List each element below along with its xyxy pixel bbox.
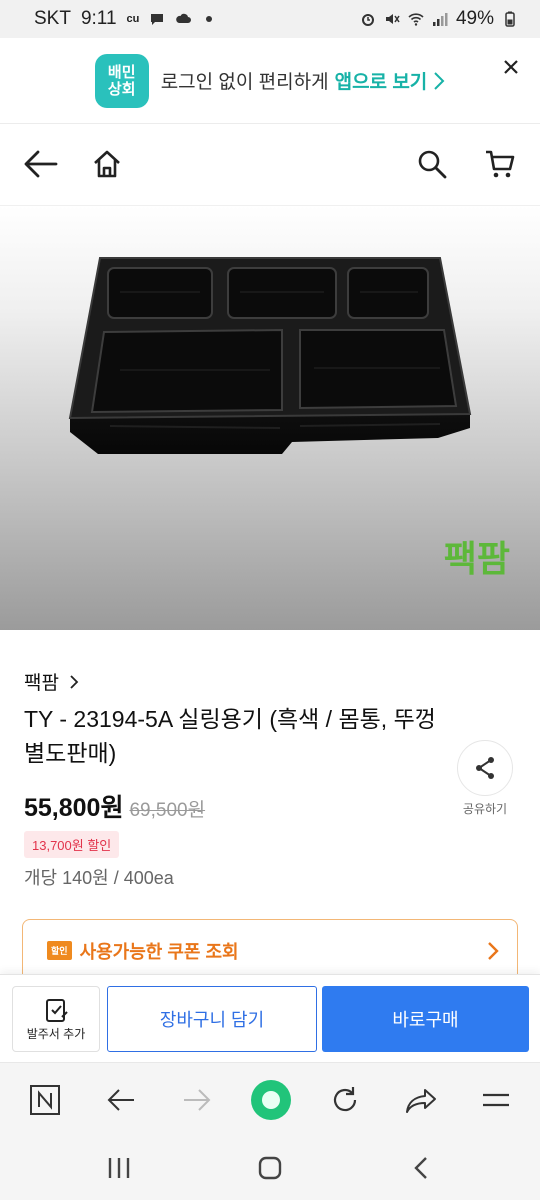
home-system-button[interactable] — [250, 1148, 290, 1188]
coupon-tag: 할인 — [47, 941, 72, 960]
status-bar: SKT 9:11 cu 49% — [0, 0, 540, 38]
add-order-form-label: 발주서 추가 — [26, 1026, 86, 1041]
menu-icon — [483, 1093, 509, 1107]
home-icon — [94, 150, 120, 178]
coupon-text: 사용가능한 쿠폰 조회 — [79, 941, 239, 962]
naver-n-button[interactable] — [24, 1079, 66, 1121]
purchase-action-bar: 발주서 추가 장바구니 담기 바로구매 — [0, 974, 540, 1062]
carrier-label: SKT — [34, 8, 71, 29]
signal-icon — [432, 13, 448, 26]
original-price: 69,500원 — [129, 800, 206, 821]
forward-arrow-icon — [184, 1089, 211, 1111]
alarm-icon — [361, 14, 374, 26]
chevron-right-icon — [70, 674, 79, 689]
naver-green-dot-button[interactable] — [250, 1079, 292, 1121]
chevron-right-icon — [488, 941, 499, 960]
seller-link[interactable]: 팩팜 — [24, 668, 79, 695]
logo-line-1: 배민 — [107, 63, 136, 81]
open-app-link[interactable]: 앱으로 보기 — [335, 67, 428, 94]
recent-apps-icon — [108, 1158, 130, 1178]
refresh-icon — [333, 1087, 357, 1112]
share-circle — [457, 740, 513, 796]
buy-now-button[interactable]: 바로구매 — [322, 986, 529, 1052]
add-to-cart-button[interactable]: 장바구니 담기 — [107, 986, 317, 1052]
status-right: 49% — [360, 8, 518, 30]
back-arrow-icon — [24, 150, 58, 178]
chat-icon — [151, 14, 164, 25]
browser-menu-button[interactable] — [475, 1079, 517, 1121]
banner-message: 로그인 없이 편리하게 — [160, 72, 329, 93]
home-circle-icon — [258, 1156, 282, 1180]
checklist-icon — [46, 998, 68, 1022]
search-icon — [418, 150, 447, 179]
product-title: TY - 23194-5A 실링용기 (흑색 / 몸통, 뚜껑 별도판매) — [24, 706, 436, 766]
chevron-right-icon — [434, 71, 445, 90]
recent-apps-button[interactable] — [99, 1148, 139, 1188]
battery-icon — [505, 11, 515, 27]
refresh-button[interactable] — [324, 1079, 366, 1121]
nav-header — [0, 124, 540, 206]
battery-level: 49% — [455, 8, 494, 29]
coupon-lookup-button[interactable]: 할인 사용가능한 쿠폰 조회 — [22, 919, 518, 981]
system-navigation-bar — [0, 1134, 540, 1200]
mute-icon — [385, 14, 400, 24]
share-page-button[interactable] — [400, 1079, 442, 1121]
clock: 9:11 — [80, 8, 117, 29]
system-back-button[interactable] — [401, 1148, 441, 1188]
indicator-label: cu — [126, 13, 140, 25]
share-arrow-icon — [406, 1089, 436, 1113]
unit-price: 개당 140원 / 400ea — [24, 868, 174, 888]
naver-n-icon — [30, 1085, 60, 1115]
close-icon — [504, 60, 518, 74]
dot-icon — [206, 16, 213, 22]
share-button[interactable]: 공유하기 — [450, 740, 520, 817]
baemin-store-logo: 배민 상회 — [94, 53, 149, 108]
back-button[interactable] — [20, 144, 60, 184]
product-image[interactable]: 팩팜 — [0, 206, 540, 630]
sale-price: 55,800원 — [24, 794, 124, 822]
naver-green-dot-icon — [251, 1080, 291, 1120]
status-left: SKT 9:11 cu — [34, 8, 217, 30]
search-button[interactable] — [412, 144, 452, 184]
add-order-form-button[interactable]: 발주서 추가 — [12, 986, 100, 1052]
home-button[interactable] — [87, 144, 127, 184]
back-chevron-icon — [414, 1157, 427, 1179]
brand-watermark: 팩팜 — [443, 538, 510, 579]
banner-close-button[interactable] — [496, 52, 526, 82]
logo-line-2: 상회 — [107, 80, 136, 98]
browser-forward-button[interactable] — [176, 1079, 218, 1121]
browser-back-button[interactable] — [100, 1079, 142, 1121]
seller-name: 팩팜 — [24, 673, 59, 694]
browser-toolbar — [0, 1062, 540, 1134]
wifi-icon — [408, 13, 424, 26]
back-arrow-icon — [107, 1089, 134, 1111]
product-info: 팩팜 TY - 23194-5A 실링용기 (흑색 / 몸통, 뚜껑 별도판매)… — [0, 630, 540, 981]
share-icon — [476, 757, 494, 779]
cart-button[interactable] — [480, 144, 520, 184]
app-download-banner[interactable]: 배민 상회 로그인 없이 편리하게 앱으로 보기 — [0, 38, 540, 124]
price-row: 55,800원 69,500원 — [24, 788, 205, 824]
cart-icon — [486, 150, 515, 178]
discount-badge: 13,700원 할인 — [24, 831, 120, 858]
share-label: 공유하기 — [462, 802, 508, 816]
cloud-icon — [176, 13, 192, 23]
